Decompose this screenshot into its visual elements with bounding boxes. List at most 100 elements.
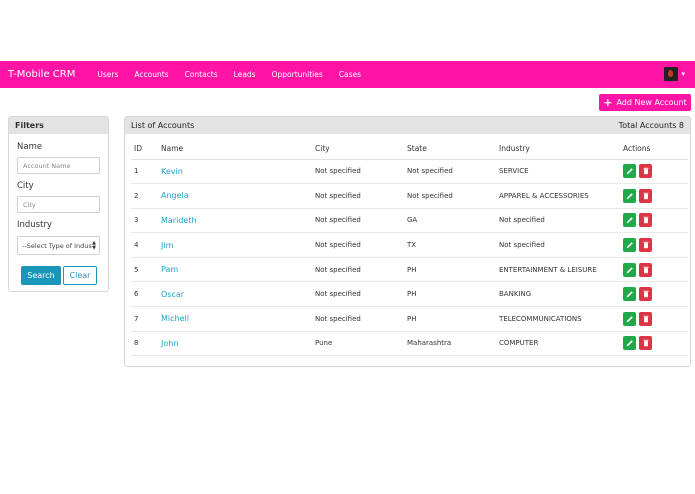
edit-button[interactable] (623, 336, 636, 351)
edit-button[interactable] (623, 287, 636, 302)
account-name-link[interactable]: Marideth (161, 208, 315, 234)
edit-button[interactable] (623, 213, 636, 228)
cell-actions (623, 208, 688, 234)
cell-actions (623, 331, 688, 357)
accounts-table: ID Name City State Industry Actions 1 Ke… (131, 139, 688, 357)
clear-button[interactable]: Clear (63, 266, 97, 285)
city-filter-label: City (17, 181, 34, 191)
account-name-link[interactable]: Pam (161, 257, 315, 283)
trash-icon (643, 217, 649, 224)
cell-industry: APPAREL & ACCESSORIES (499, 183, 623, 209)
nav-link-opportunities[interactable]: Opportunities (272, 70, 323, 79)
column-header-city: City (315, 139, 407, 160)
cell-id: 2 (131, 183, 161, 209)
cell-id: 8 (131, 331, 161, 357)
pencil-icon (626, 316, 633, 323)
industry-filter-label: Industry (17, 220, 52, 230)
cell-state: PH (407, 306, 499, 332)
account-name-link[interactable]: Kevin (161, 159, 315, 185)
cell-industry: Not specified (499, 232, 623, 258)
cell-id: 1 (131, 159, 161, 185)
trash-icon (643, 291, 649, 298)
trash-icon (643, 241, 649, 249)
pencil-icon (626, 193, 633, 200)
cell-id: 4 (131, 232, 161, 258)
trash-icon (643, 192, 649, 200)
cell-state: GA (407, 208, 499, 234)
column-header-name: Name (161, 139, 315, 160)
delete-button[interactable] (639, 262, 653, 277)
cell-actions (623, 257, 688, 283)
cell-actions (623, 306, 688, 332)
trash-icon (643, 168, 649, 175)
pencil-icon (626, 217, 633, 224)
delete-button[interactable] (639, 336, 653, 351)
cell-actions (623, 183, 688, 209)
cell-industry: TELECOMMUNICATIONS (499, 306, 623, 332)
column-header-actions: Actions (623, 139, 688, 160)
filters-panel: Filters Name City Industry --Select Type… (8, 116, 109, 292)
pencil-icon (626, 168, 633, 175)
account-name-link[interactable]: Oscar (161, 281, 315, 308)
delete-button[interactable] (639, 188, 653, 203)
delete-button[interactable] (639, 311, 653, 326)
industry-select-value: --Select Type of Indus (22, 241, 92, 250)
nav-link-accounts[interactable]: Accounts (134, 70, 168, 79)
cell-state: Maharashtra (407, 331, 499, 357)
edit-button[interactable] (623, 238, 636, 253)
cell-city: Not specified (315, 257, 407, 283)
table-row: 5 Pam Not specified PH ENTERTAINMENT & L… (131, 257, 688, 283)
nav-link-cases[interactable]: Cases (339, 70, 361, 79)
table-row: 3 Marideth Not specified GA Not specifie… (131, 208, 688, 234)
table-header-row: ID Name City State Industry Actions (131, 139, 688, 160)
cell-state: PH (407, 281, 499, 308)
account-name-link[interactable]: Jim (161, 232, 315, 258)
delete-button[interactable] (639, 238, 653, 253)
user-menu[interactable]: ▾ (664, 67, 685, 81)
cell-city: Not specified (315, 208, 407, 234)
add-new-account-button[interactable]: + Add New Account (599, 94, 691, 111)
table-row: 2 Angela Not specified Not specified APP… (131, 183, 688, 209)
edit-button[interactable] (623, 164, 636, 179)
cell-id: 6 (131, 281, 161, 308)
delete-button[interactable] (639, 213, 653, 228)
nav-link-contacts[interactable]: Contacts (185, 70, 218, 79)
city-input[interactable] (17, 196, 100, 213)
cell-city: Not specified (315, 306, 407, 332)
column-header-industry: Industry (499, 139, 623, 160)
table-row: 1 Kevin Not specified Not specified SERV… (131, 159, 688, 185)
brand-title[interactable]: T-Mobile CRM (8, 69, 75, 80)
select-arrows-icon: ▲ ▼ (92, 240, 96, 251)
avatar[interactable] (664, 67, 679, 81)
column-header-state: State (407, 139, 499, 160)
cell-actions (623, 159, 688, 185)
pencil-icon (626, 242, 633, 249)
table-row: 4 Jim Not specified TX Not specified (131, 232, 688, 258)
delete-button[interactable] (639, 287, 653, 302)
cell-industry: COMPUTER (499, 331, 623, 357)
account-name-input[interactable] (17, 157, 100, 174)
nav-link-users[interactable]: Users (97, 70, 118, 79)
account-name-link[interactable]: Angela (161, 183, 315, 209)
edit-button[interactable] (623, 311, 636, 326)
cell-state: Not specified (407, 159, 499, 185)
cell-city: Pune (315, 331, 407, 357)
search-button[interactable]: Search (21, 266, 61, 285)
cell-city: Not specified (315, 183, 407, 209)
account-name-link[interactable]: Michell (161, 306, 315, 332)
edit-button[interactable] (623, 188, 636, 203)
total-accounts: Total Accounts 8 (618, 121, 684, 130)
cell-id: 3 (131, 208, 161, 234)
cell-actions (623, 232, 688, 258)
cell-city: Not specified (315, 232, 407, 258)
accounts-header: List of Accounts Total Accounts 8 (125, 117, 690, 134)
edit-button[interactable] (623, 262, 636, 277)
trash-icon (643, 315, 649, 323)
add-new-account-label: Add New Account (616, 98, 687, 107)
cell-city: Not specified (315, 281, 407, 308)
cell-state: Not specified (407, 183, 499, 209)
delete-button[interactable] (639, 164, 653, 179)
nav-link-leads[interactable]: Leads (234, 70, 256, 79)
industry-select[interactable]: --Select Type of Indus ▲ ▼ (17, 236, 100, 255)
account-name-link[interactable]: John (161, 331, 315, 357)
